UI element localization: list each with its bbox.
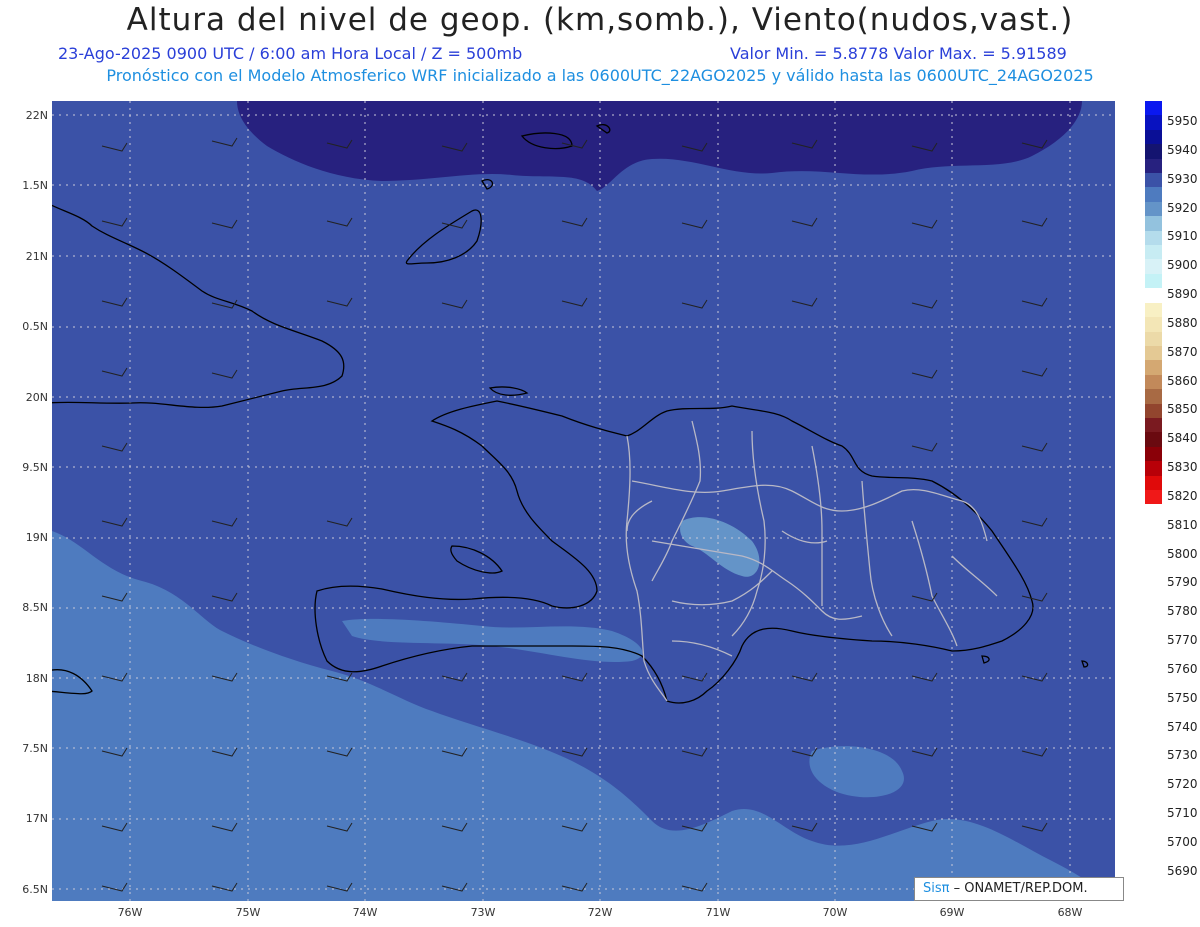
- colorbar-swatch: [1145, 417, 1162, 433]
- colorbar-label: 5780: [1167, 604, 1198, 619]
- lat-label: 1.5N: [22, 179, 48, 192]
- colorbar-swatch: [1145, 230, 1162, 246]
- colorbar-swatch: [1145, 317, 1162, 332]
- colorbar-swatch: [1145, 345, 1162, 361]
- colorbar-label: 5690: [1167, 863, 1198, 878]
- credit-text: – ONAMET/REP.DOM.: [953, 881, 1088, 896]
- lon-label: 68W: [1057, 906, 1083, 919]
- lon-label: 71W: [705, 906, 731, 919]
- colorbar-swatch: [1145, 288, 1162, 303]
- lon-label: 69W: [939, 906, 965, 919]
- colorbar-label: 5790: [1167, 575, 1198, 590]
- colorbar-label: 5850: [1167, 402, 1198, 417]
- colorbar-label: 5750: [1167, 690, 1198, 705]
- colorbar-label: 5740: [1167, 719, 1198, 734]
- lat-label: 8.5N: [22, 601, 48, 614]
- colorbar-label: 5730: [1167, 748, 1198, 763]
- colorbar-label: 5820: [1167, 488, 1198, 503]
- colorbar-label: 5760: [1167, 661, 1198, 676]
- colorbar-label: 5810: [1167, 517, 1198, 532]
- colorbar-swatch: [1145, 201, 1162, 217]
- colorbar-label: 5840: [1167, 431, 1198, 446]
- colorbar-swatch: [1145, 302, 1162, 318]
- colorbar-label: 5830: [1167, 460, 1198, 475]
- colorbar-label: 5880: [1167, 315, 1198, 330]
- colorbar-label: 5900: [1167, 258, 1198, 273]
- subtitle-model-info: Pronóstico con el Modelo Atmosferico WRF…: [106, 66, 1094, 85]
- lat-label: 9.5N: [22, 461, 48, 474]
- colorbar-swatch: [1145, 259, 1162, 274]
- colorbar-swatch: [1145, 446, 1162, 462]
- colorbar-swatch: [1145, 101, 1162, 116]
- lat-label: 17N: [25, 812, 48, 825]
- colorbar-label: 5870: [1167, 344, 1198, 359]
- colorbar: [1145, 101, 1162, 505]
- lat-label: 21N: [25, 250, 48, 263]
- colorbar-label: 5770: [1167, 633, 1198, 648]
- colorbar-swatch: [1145, 173, 1162, 188]
- lon-label: 75W: [235, 906, 261, 919]
- colorbar-label: 5860: [1167, 373, 1198, 388]
- colorbar-swatch: [1145, 144, 1162, 159]
- colorbar-swatch: [1145, 331, 1162, 346]
- lat-label: 6.5N: [22, 883, 48, 896]
- credit-box: Sisπ – ONAMET/REP.DOM.: [914, 877, 1124, 901]
- map-panel: [52, 101, 1115, 901]
- colorbar-label: 5720: [1167, 777, 1198, 792]
- colorbar-swatch: [1145, 389, 1162, 404]
- map-field-svg: [52, 101, 1115, 901]
- lat-label: 18N: [25, 672, 48, 685]
- sispi-logo: Sisπ: [923, 881, 950, 896]
- chart-title: Altura del nivel de geop. (km,somb.), Vi…: [126, 2, 1074, 38]
- lon-label: 74W: [352, 906, 378, 919]
- colorbar-swatch: [1145, 115, 1162, 130]
- colorbar-label: 5910: [1167, 229, 1198, 244]
- colorbar-label: 5800: [1167, 546, 1198, 561]
- lon-label: 73W: [470, 906, 496, 919]
- lon-label: 76W: [117, 906, 143, 919]
- lat-label: 20N: [25, 391, 48, 404]
- colorbar-swatch: [1145, 360, 1162, 375]
- colorbar-label: 5700: [1167, 835, 1198, 849]
- subtitle-value-range: Valor Min. = 5.8778 Valor Max. = 5.91589: [730, 44, 1067, 63]
- colorbar-label: 5940: [1167, 142, 1198, 157]
- lat-label: 22N: [25, 109, 48, 122]
- colorbar-swatch: [1145, 129, 1162, 145]
- colorbar-swatch: [1145, 403, 1162, 418]
- colorbar-label: 5920: [1167, 200, 1198, 215]
- colorbar-swatch: [1145, 187, 1162, 202]
- lat-label: 19N: [25, 531, 48, 544]
- colorbar-label: 5950: [1167, 114, 1198, 128]
- colorbar-label: 5710: [1167, 806, 1198, 821]
- lat-label: 0.5N: [22, 320, 48, 333]
- subtitle-date-info: 23-Ago-2025 0900 UTC / 6:00 am Hora Loca…: [58, 44, 523, 63]
- colorbar-label: 5890: [1167, 287, 1198, 302]
- colorbar-swatch: [1145, 432, 1162, 447]
- colorbar-swatch: [1145, 374, 1162, 390]
- colorbar-swatch: [1145, 245, 1162, 260]
- colorbar-swatch: [1145, 273, 1162, 289]
- colorbar-label: 5930: [1167, 171, 1198, 186]
- colorbar-swatch: [1145, 461, 1162, 476]
- lat-label: 7.5N: [22, 742, 48, 755]
- colorbar-swatch: [1145, 475, 1162, 490]
- colorbar-swatch: [1145, 489, 1162, 505]
- lon-label: 72W: [587, 906, 613, 919]
- lon-label: 70W: [822, 906, 848, 919]
- colorbar-swatch: [1145, 216, 1162, 231]
- colorbar-swatch: [1145, 158, 1162, 174]
